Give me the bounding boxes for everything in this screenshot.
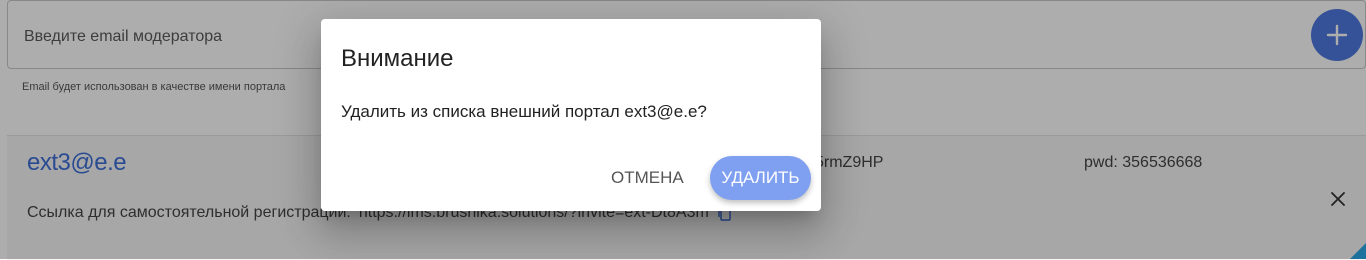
cancel-button[interactable]: ОТМЕНА	[605, 163, 690, 193]
delete-button[interactable]: УДАЛИТЬ	[710, 156, 811, 200]
dialog-title: Внимание	[341, 45, 454, 72]
confirm-delete-dialog: Внимание Удалить из списка внешний порта…	[321, 19, 821, 211]
dialog-message: Удалить из списка внешний портал ext3@e.…	[341, 102, 707, 121]
